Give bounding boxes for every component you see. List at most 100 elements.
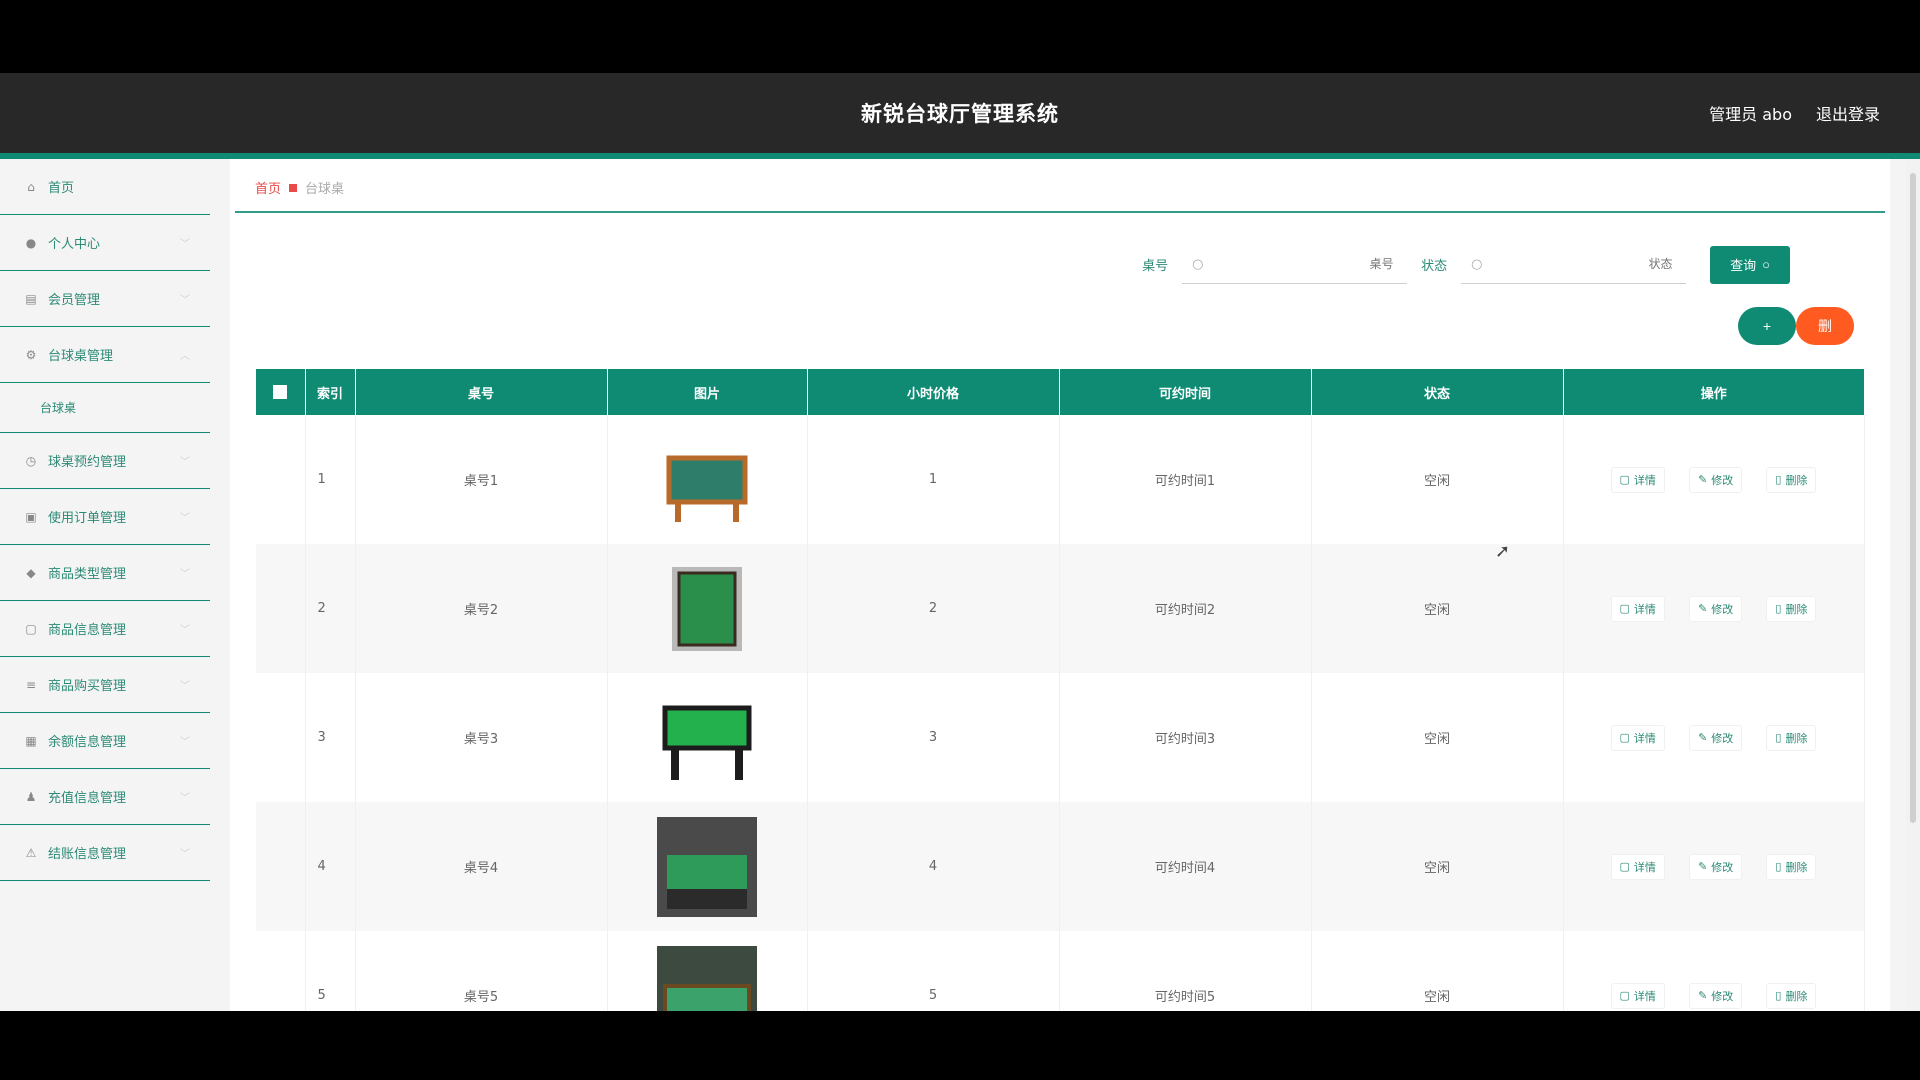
- detail-button[interactable]: ▢ 详情: [1610, 724, 1665, 751]
- row-table-no: 桌号3: [355, 673, 608, 802]
- mouse-cursor-icon: ➚: [1495, 541, 1511, 562]
- team-icon: ▦: [25, 733, 37, 748]
- sidebar-item-balance[interactable]: ▦ 余额信息管理 ﹀: [0, 713, 210, 769]
- row-image: [607, 931, 808, 1011]
- sidebar-item-members[interactable]: ▤ 会员管理 ﹀: [0, 271, 210, 327]
- sidebar-item-profile[interactable]: ● 个人中心 ﹀: [0, 215, 210, 271]
- delete-button[interactable]: ▯ 删除: [1766, 982, 1817, 1009]
- clock-icon: ◷: [25, 453, 37, 468]
- row-actions: ▢ 详情 ✎ 修改 ▯ 删除: [1563, 931, 1865, 1011]
- row-time: 可约时间5: [1059, 931, 1312, 1011]
- delete-button[interactable]: ▯ 删除: [1766, 466, 1817, 493]
- breadcrumb-home[interactable]: 首页: [255, 178, 281, 197]
- row-checkbox-cell[interactable]: [256, 415, 306, 544]
- sidebar-item-goods-info[interactable]: ▢ 商品信息管理 ﹀: [0, 601, 210, 657]
- select-all-cell[interactable]: [256, 369, 306, 415]
- app-header: 新锐台球厅管理系统 管理员 abo 退出登录: [0, 73, 1920, 153]
- table-header-row: 索引 桌号 图片 小时价格 可约时间 状态 操作: [256, 369, 1864, 415]
- search-icon: ○: [1192, 256, 1204, 272]
- user-label: 管理员 abo: [1709, 105, 1792, 124]
- search-icon: ○: [1471, 256, 1483, 272]
- logout-button[interactable]: 退出登录: [1816, 101, 1880, 125]
- sidebar-item-goods-types[interactable]: ◆ 商品类型管理 ﹀: [0, 545, 210, 601]
- edit-button[interactable]: ✎ 修改: [1689, 853, 1743, 880]
- sidebar-item-orders[interactable]: ▣ 使用订单管理 ﹀: [0, 489, 210, 545]
- row-image: [607, 673, 808, 802]
- row-price: 5: [807, 931, 1060, 1011]
- pencil-icon: ✎: [1698, 731, 1708, 744]
- pencil-icon: ✎: [1698, 602, 1708, 615]
- sidebar-item-checkout[interactable]: ⚠ 结账信息管理 ﹀: [0, 825, 210, 881]
- delete-button[interactable]: ▯ 删除: [1766, 853, 1817, 880]
- row-index: 3: [305, 673, 356, 802]
- chevron-down-icon: ﹀: [180, 569, 190, 580]
- chevron-down-icon: ﹀: [180, 239, 190, 250]
- billiard-table-image: [672, 566, 742, 651]
- status-field[interactable]: ○: [1461, 245, 1687, 284]
- edit-button[interactable]: ✎ 修改: [1689, 466, 1743, 493]
- table-no-input[interactable]: [1211, 256, 1396, 272]
- clipboard-icon: ▣: [25, 509, 37, 524]
- detail-button[interactable]: ▢ 详情: [1610, 466, 1665, 493]
- edit-label: 修改: [1711, 860, 1734, 874]
- chevron-down-icon: ﹀: [180, 793, 190, 804]
- trash-icon: ▯: [1775, 731, 1782, 744]
- batch-delete-button[interactable]: 删: [1796, 307, 1854, 345]
- col-index: 索引: [305, 369, 356, 415]
- col-hourly-price: 小时价格: [807, 369, 1060, 415]
- delete-button[interactable]: ▯ 删除: [1766, 724, 1817, 751]
- chevron-down-icon: ﹀: [180, 295, 190, 306]
- detail-label: 详情: [1633, 860, 1656, 874]
- add-button[interactable]: +: [1738, 307, 1796, 345]
- sidebar-subitem-table[interactable]: 台球桌: [0, 383, 210, 433]
- row-checkbox-cell[interactable]: [256, 544, 306, 673]
- sidebar-item-recharge[interactable]: ♟ 充值信息管理 ﹀: [0, 769, 210, 825]
- edit-button[interactable]: ✎ 修改: [1689, 982, 1743, 1009]
- edit-button[interactable]: ✎ 修改: [1689, 595, 1743, 622]
- select-all-checkbox[interactable]: [273, 385, 288, 399]
- row-status: 空闲: [1311, 673, 1564, 802]
- app-title: 新锐台球厅管理系统: [861, 102, 1059, 126]
- sidebar-item-label: 结账信息管理: [48, 847, 127, 862]
- row-checkbox-cell[interactable]: [256, 931, 306, 1011]
- table-no-field[interactable]: ○: [1182, 245, 1408, 284]
- row-time: 可约时间1: [1059, 415, 1312, 544]
- doc-icon: ▢: [1619, 473, 1630, 486]
- status-input[interactable]: [1490, 256, 1675, 272]
- detail-button[interactable]: ▢ 详情: [1610, 595, 1665, 622]
- table-row: 4 桌号4 4 可约时间4 空闲 ▢ 详情 ✎ 修改 ▯ 删除: [256, 802, 1865, 931]
- search-bar: 桌号 ○ 状态 ○ 查询 ○: [1142, 245, 1790, 284]
- row-time: 可约时间3: [1059, 673, 1312, 802]
- pencil-icon: ✎: [1698, 473, 1708, 486]
- detail-label: 详情: [1633, 731, 1656, 745]
- query-button[interactable]: 查询 ○: [1710, 245, 1790, 284]
- sidebar-item-reservations[interactable]: ◷ 球桌预约管理 ﹀: [0, 433, 210, 489]
- edit-label: 修改: [1711, 473, 1734, 487]
- edit-button[interactable]: ✎ 修改: [1689, 724, 1743, 751]
- delete-label: 删除: [1785, 602, 1808, 616]
- delete-button[interactable]: ▯ 删除: [1766, 595, 1817, 622]
- row-time: 可约时间4: [1059, 802, 1312, 931]
- detail-button[interactable]: ▢ 详情: [1610, 853, 1665, 880]
- row-image: [607, 415, 808, 544]
- detail-button[interactable]: ▢ 详情: [1610, 982, 1665, 1009]
- scrollbar-thumb[interactable]: [1910, 173, 1916, 823]
- home-icon: ⌂: [27, 179, 35, 194]
- row-price: 3: [807, 673, 1060, 802]
- row-checkbox-cell[interactable]: [256, 673, 306, 802]
- row-checkbox-cell[interactable]: [256, 802, 306, 931]
- sidebar-item-tables[interactable]: ⚙ 台球桌管理 ︿: [0, 327, 210, 383]
- row-table-no: 桌号4: [355, 802, 608, 931]
- sidebar-item-label: 个人中心: [48, 237, 101, 252]
- breadcrumb-separator-icon: [289, 183, 298, 192]
- chevron-down-icon: ﹀: [180, 737, 190, 748]
- detail-label: 详情: [1633, 989, 1656, 1003]
- doc-icon: ▢: [1619, 602, 1630, 615]
- sidebar-item-home[interactable]: ⌂ 首页: [0, 159, 210, 215]
- page-scrollbar[interactable]: [1906, 159, 1920, 1011]
- row-image: [607, 544, 808, 673]
- sidebar-item-purchases[interactable]: ≡ 商品购买管理 ﹀: [0, 657, 210, 713]
- top-black-bar: [0, 0, 1920, 64]
- gear-icon: ⚙: [25, 347, 37, 362]
- row-price: 2: [807, 544, 1060, 673]
